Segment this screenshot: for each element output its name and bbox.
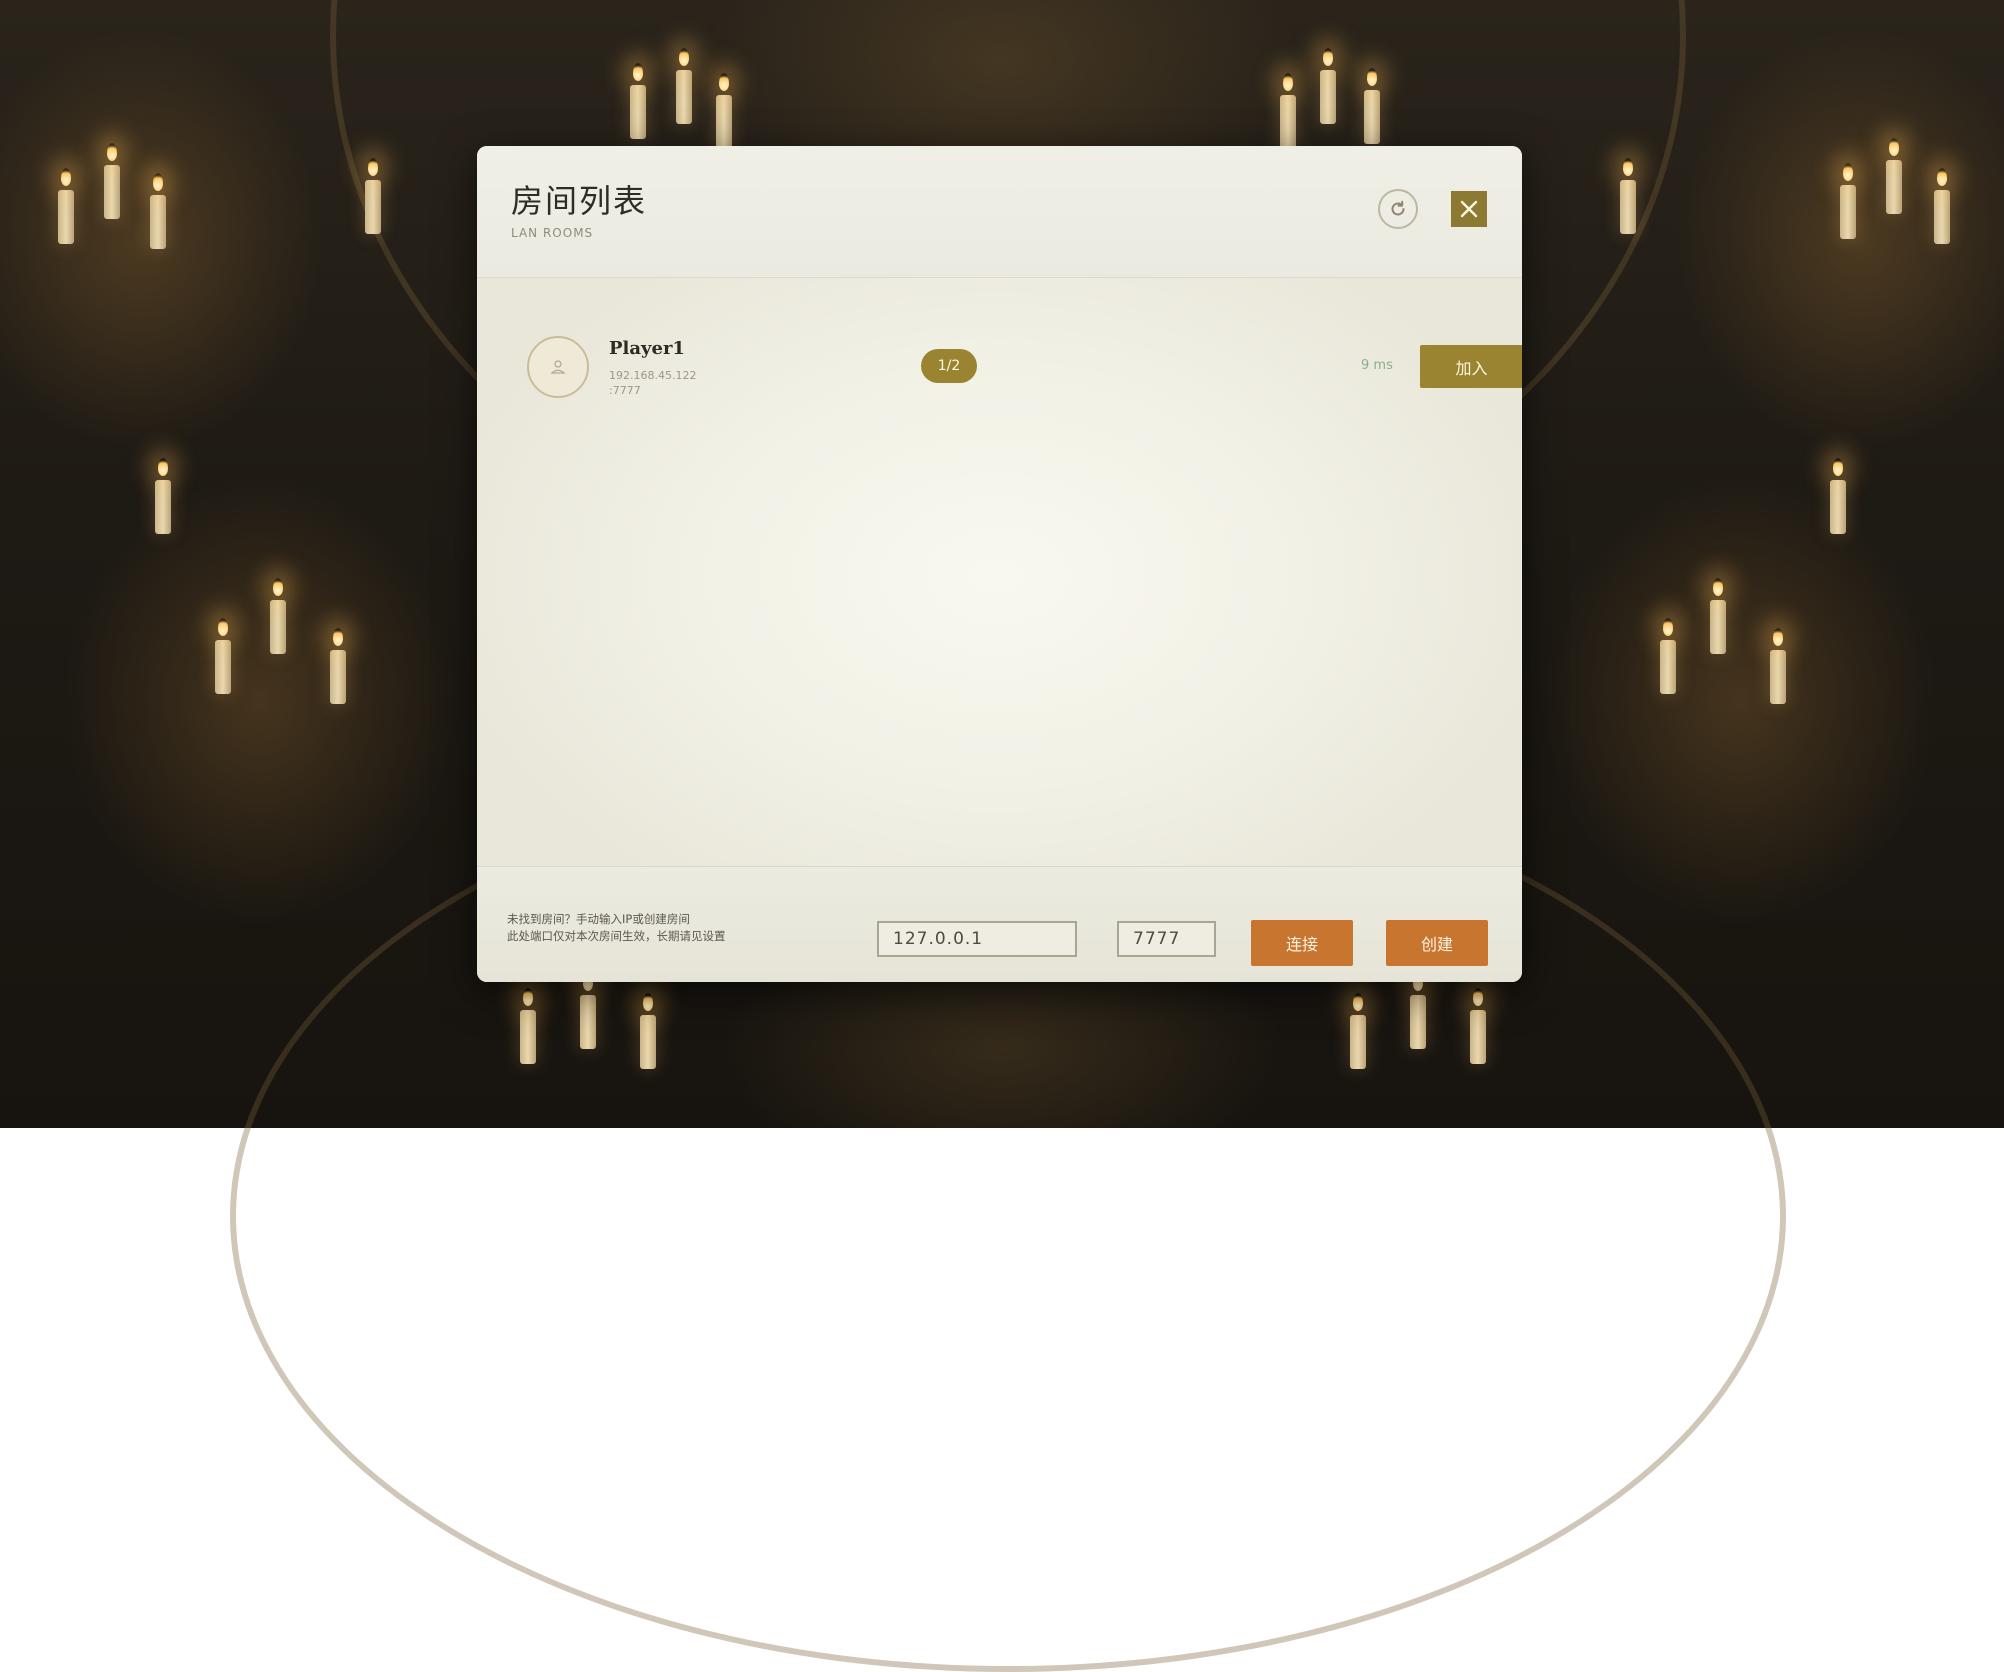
room-avatar: [527, 336, 589, 398]
candle: [215, 618, 231, 694]
close-icon: [1460, 200, 1478, 218]
candle: [1660, 618, 1676, 694]
player-count-badge: 1/2: [921, 349, 977, 383]
candle: [1620, 158, 1636, 234]
room-list-dialog: 房间列表 LAN ROOMS Player1 192.168.45.122 :7…: [477, 146, 1522, 982]
footer-hint: 未找到房间？手动输入IP或创建房间 此处端口仅对本次房间生效，长期请见设置: [507, 911, 726, 945]
candle: [676, 48, 692, 124]
candle: [1886, 138, 1902, 214]
candle: [58, 168, 74, 244]
candle: [1710, 578, 1726, 654]
candle: [1470, 988, 1486, 1064]
candle: [150, 173, 166, 249]
candle: [1320, 48, 1336, 124]
candle: [520, 988, 536, 1064]
port-input[interactable]: [1117, 921, 1216, 957]
refresh-icon: [1391, 200, 1405, 216]
user-icon: [550, 360, 566, 374]
candle: [716, 73, 732, 149]
room-list-item: Player1 192.168.45.122 :7777 1/2 9 ms 加入: [527, 336, 1522, 406]
candle: [640, 993, 656, 1069]
candle: [630, 63, 646, 139]
candle: [270, 578, 286, 654]
dialog-title: 房间列表: [511, 182, 648, 220]
candle: [580, 973, 596, 1049]
candle: [1770, 628, 1786, 704]
candle: [1840, 163, 1856, 239]
candle: [1350, 993, 1366, 1069]
dialog-subtitle: LAN ROOMS: [511, 226, 594, 240]
connect-button[interactable]: 连接: [1251, 920, 1353, 966]
footer-hint-line: 此处端口仅对本次房间生效，长期请见设置: [507, 929, 726, 943]
room-address: 192.168.45.122 :7777: [609, 369, 697, 397]
candle: [1280, 73, 1296, 149]
ip-input[interactable]: [877, 921, 1077, 957]
candle: [1410, 973, 1426, 1049]
candle: [1934, 168, 1950, 244]
candle: [1364, 68, 1380, 144]
create-button[interactable]: 创建: [1386, 920, 1488, 966]
candle: [155, 458, 171, 534]
room-ping: 9 ms: [1361, 358, 1393, 373]
join-button[interactable]: 加入: [1420, 345, 1522, 388]
candle: [104, 143, 120, 219]
refresh-button[interactable]: [1378, 189, 1418, 229]
dialog-header: 房间列表 LAN ROOMS: [477, 146, 1522, 278]
dialog-footer: 未找到房间？手动输入IP或创建房间 此处端口仅对本次房间生效，长期请见设置 连接…: [477, 866, 1522, 982]
room-host-name: Player1: [609, 338, 685, 359]
candle: [330, 628, 346, 704]
candle: [1830, 458, 1846, 534]
candle: [365, 158, 381, 234]
footer-hint-line: 未找到房间？手动输入IP或创建房间: [507, 912, 690, 926]
close-button[interactable]: [1451, 191, 1487, 227]
